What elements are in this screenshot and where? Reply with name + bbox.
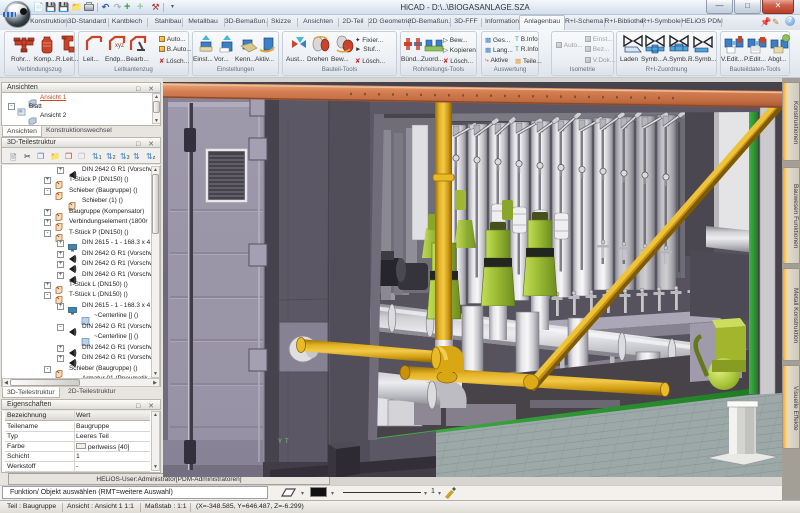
svg-text:T: T bbox=[285, 439, 289, 445]
svg-text:xyz: xyz bbox=[115, 43, 124, 49]
svg-text:Y: Y bbox=[278, 439, 282, 445]
